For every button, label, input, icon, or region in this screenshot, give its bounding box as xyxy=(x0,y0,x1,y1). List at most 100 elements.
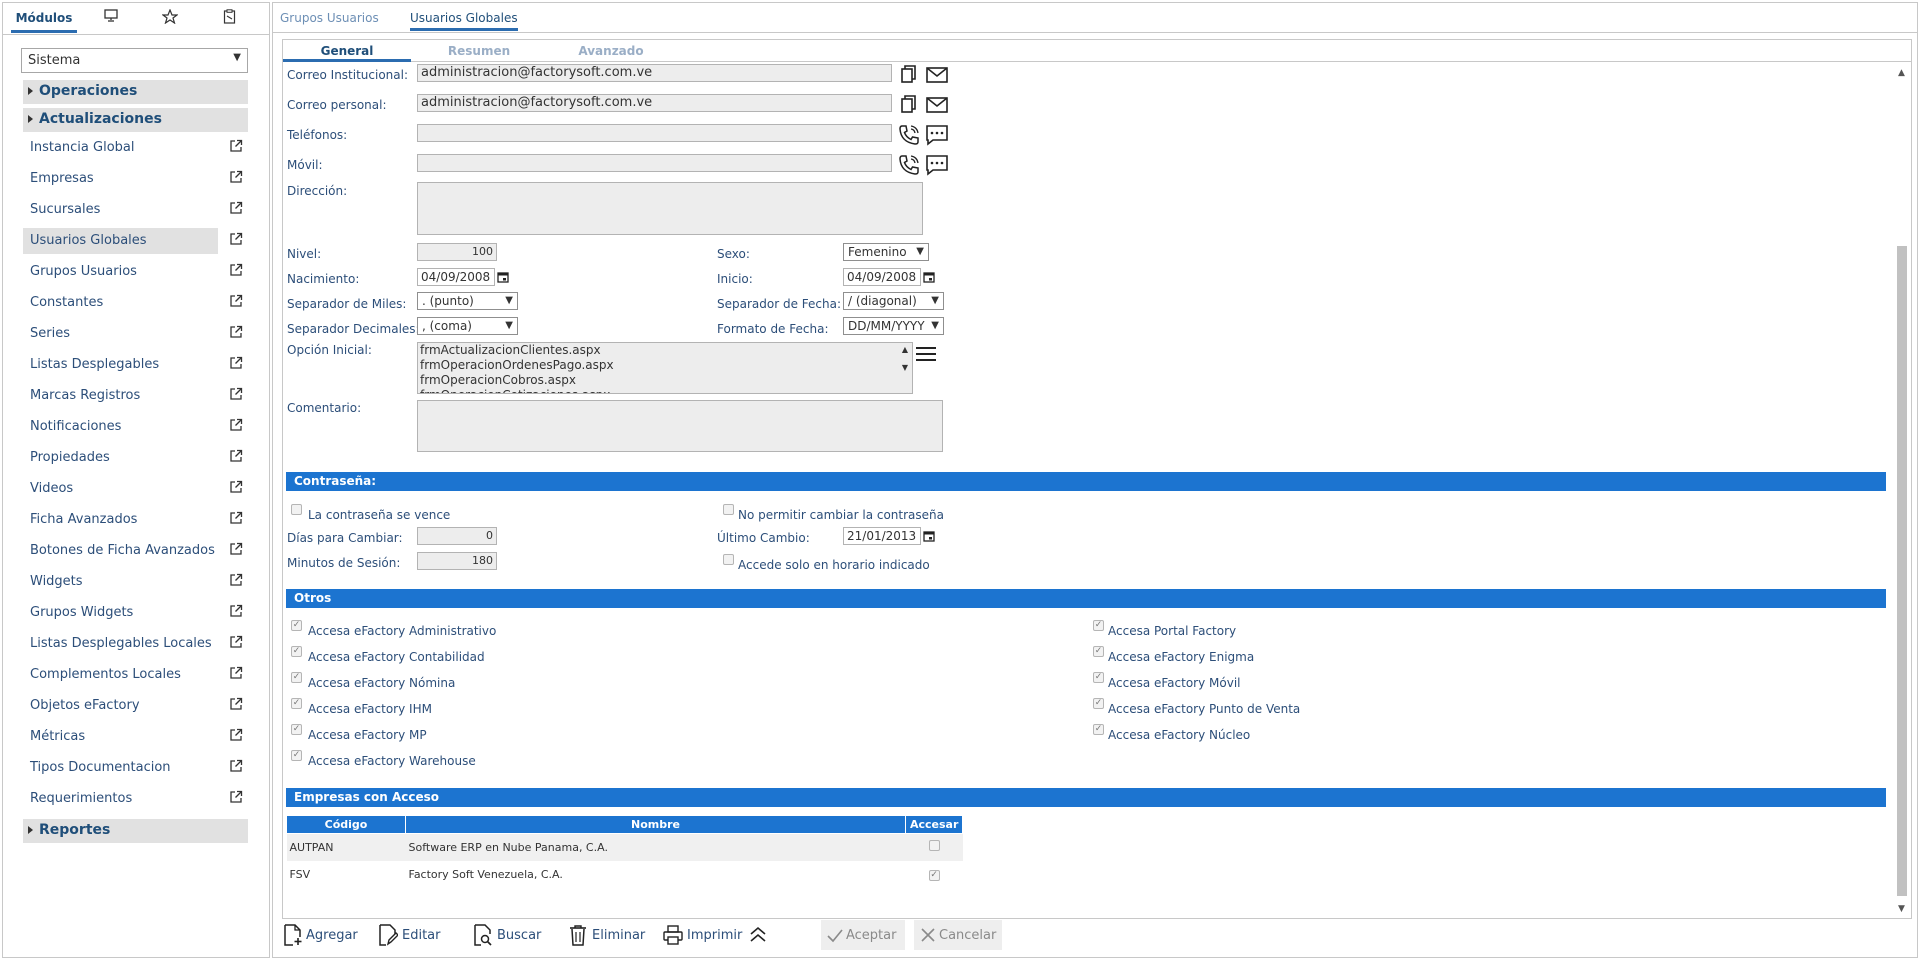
sidebar-item[interactable]: Notificaciones xyxy=(23,414,218,440)
access-checkbox[interactable]: ✓ xyxy=(291,620,302,631)
tab-usuarios-globales[interactable]: Usuarios Globales xyxy=(410,11,518,31)
formato-fecha-select[interactable]: DD/MM/YYYY ▼ xyxy=(843,317,944,335)
sidebar-item[interactable]: Tipos Documentacion xyxy=(23,755,218,781)
scroll-up-icon[interactable]: ▲ xyxy=(1898,68,1905,78)
sidebar-item[interactable]: Botones de Ficha Avanzados xyxy=(23,538,218,564)
tab-avanzado[interactable]: Avanzado xyxy=(547,44,675,58)
external-link-icon[interactable] xyxy=(229,511,243,525)
sidebar-item[interactable]: Usuarios Globales xyxy=(23,228,218,254)
comentario-textarea[interactable] xyxy=(417,400,943,452)
accesar-checkbox[interactable]: ✓ xyxy=(928,870,940,881)
correo-personal-field[interactable]: administracion@factorysoft.com.ve xyxy=(417,94,892,112)
agregar-button[interactable]: Agregar xyxy=(283,920,363,950)
ultimo-cambio-field[interactable]: 21/01/2013 xyxy=(843,527,921,545)
cancelar-button[interactable]: Cancelar xyxy=(914,920,1002,950)
external-link-icon[interactable] xyxy=(229,449,243,463)
col-accesar-header[interactable]: Accesar xyxy=(904,815,964,834)
sidebar-item[interactable]: Complementos Locales xyxy=(23,662,218,688)
external-link-icon[interactable] xyxy=(229,635,243,649)
external-link-icon[interactable] xyxy=(229,201,243,215)
table-row[interactable]: FSV Factory Soft Venezuela, C.A. ✓ xyxy=(287,861,963,888)
sidebar-item[interactable]: Widgets xyxy=(23,569,218,595)
editar-button[interactable]: Editar xyxy=(378,920,448,950)
tab-resumen[interactable]: Resumen xyxy=(415,44,543,58)
access-checkbox[interactable]: ✓ xyxy=(1093,724,1104,735)
opcion-inicial-list[interactable]: frmActualizacionClientes.aspx frmOperacio… xyxy=(417,342,913,394)
sidebar-item[interactable]: Grupos Widgets xyxy=(23,600,218,626)
access-checkbox[interactable]: ✓ xyxy=(1093,620,1104,631)
scroll-thumb[interactable] xyxy=(1897,246,1907,896)
aceptar-button[interactable]: Aceptar xyxy=(821,920,905,950)
external-link-icon[interactable] xyxy=(229,790,243,804)
access-checkbox[interactable]: ✓ xyxy=(291,750,302,761)
copy-icon[interactable] xyxy=(897,93,921,117)
external-link-icon[interactable] xyxy=(229,759,243,773)
telefonos-field[interactable] xyxy=(417,124,892,142)
sidebar-item[interactable]: Requerimientos xyxy=(23,786,218,812)
menu-icon[interactable] xyxy=(915,345,937,363)
phone-icon[interactable] xyxy=(897,153,921,177)
sidebar-item[interactable]: Grupos Usuarios xyxy=(23,259,218,285)
group-operaciones[interactable]: Operaciones xyxy=(23,80,248,104)
external-link-icon[interactable] xyxy=(229,728,243,742)
mail-icon[interactable] xyxy=(925,63,949,87)
list-down-icon[interactable]: ▼ xyxy=(902,363,908,372)
access-checkbox[interactable]: ✓ xyxy=(1093,698,1104,709)
module-select[interactable]: Sistema ▼ xyxy=(21,48,248,73)
opcion-inicial-option[interactable]: frmActualizacionClientes.aspx xyxy=(420,343,910,358)
sexo-select[interactable]: Femenino ▼ xyxy=(843,243,929,261)
scrollbar[interactable]: ▲ ▼ xyxy=(1895,66,1909,916)
access-checkbox[interactable]: ✓ xyxy=(1093,646,1104,657)
external-link-icon[interactable] xyxy=(229,604,243,618)
opcion-inicial-option[interactable]: frmOperacionOrdenesPago.aspx xyxy=(420,358,910,373)
buscar-button[interactable]: Buscar xyxy=(473,920,543,950)
horario-checkbox[interactable] xyxy=(723,554,734,565)
external-link-icon[interactable] xyxy=(229,232,243,246)
imprimir-button[interactable]: Imprimir xyxy=(663,920,742,950)
separador-miles-select[interactable]: . (punto) ▼ xyxy=(417,292,518,310)
col-codigo-header[interactable]: Código xyxy=(286,815,406,834)
external-link-icon[interactable] xyxy=(229,294,243,308)
sms-icon[interactable] xyxy=(925,153,949,177)
external-link-icon[interactable] xyxy=(229,325,243,339)
group-actualizaciones[interactable]: Actualizaciones xyxy=(23,108,248,132)
clipboard-icon[interactable] xyxy=(217,9,241,33)
correo-institucional-field[interactable]: administracion@factorysoft.com.ve xyxy=(417,64,892,82)
minutos-sesion-field[interactable]: 180 xyxy=(417,552,497,570)
external-link-icon[interactable] xyxy=(229,170,243,184)
opcion-inicial-option[interactable]: frmOperacionCotizaciones.aspx xyxy=(420,388,910,393)
sms-icon[interactable] xyxy=(925,123,949,147)
inicio-field[interactable]: 04/09/2008 xyxy=(843,268,921,286)
sidebar-item[interactable]: Empresas xyxy=(23,166,218,192)
scroll-down-icon[interactable]: ▼ xyxy=(1898,904,1905,914)
external-link-icon[interactable] xyxy=(229,139,243,153)
sidebar-item[interactable]: Marcas Registros xyxy=(23,383,218,409)
star-icon[interactable] xyxy=(158,8,182,33)
calendar-icon[interactable] xyxy=(497,271,509,283)
collapse-toolbar-button[interactable] xyxy=(748,920,770,950)
sidebar-item[interactable]: Propiedades xyxy=(23,445,218,471)
access-checkbox[interactable]: ✓ xyxy=(1093,672,1104,683)
external-link-icon[interactable] xyxy=(229,542,243,556)
nacimiento-field[interactable]: 04/09/2008 xyxy=(417,268,495,286)
external-link-icon[interactable] xyxy=(229,697,243,711)
separador-decimales-select[interactable]: , (coma) ▼ xyxy=(417,317,518,335)
sidebar-item[interactable]: Sucursales xyxy=(23,197,218,223)
copy-icon[interactable] xyxy=(897,63,921,87)
eliminar-button[interactable]: Eliminar xyxy=(568,920,645,950)
external-link-icon[interactable] xyxy=(229,418,243,432)
access-checkbox[interactable]: ✓ xyxy=(291,672,302,683)
list-up-icon[interactable]: ▲ xyxy=(902,345,908,354)
sidebar-item[interactable]: Videos xyxy=(23,476,218,502)
external-link-icon[interactable] xyxy=(229,387,243,401)
phone-icon[interactable] xyxy=(897,123,921,147)
no-cambiar-checkbox[interactable] xyxy=(723,504,734,515)
contrasena-vence-checkbox[interactable] xyxy=(291,504,302,515)
group-reportes[interactable]: Reportes xyxy=(23,819,248,843)
separador-fecha-select[interactable]: / (diagonal) ▼ xyxy=(843,292,944,310)
sidebar-item[interactable]: Series xyxy=(23,321,218,347)
external-link-icon[interactable] xyxy=(229,263,243,277)
external-link-icon[interactable] xyxy=(229,666,243,680)
external-link-icon[interactable] xyxy=(229,573,243,587)
col-nombre-header[interactable]: Nombre xyxy=(405,815,906,834)
